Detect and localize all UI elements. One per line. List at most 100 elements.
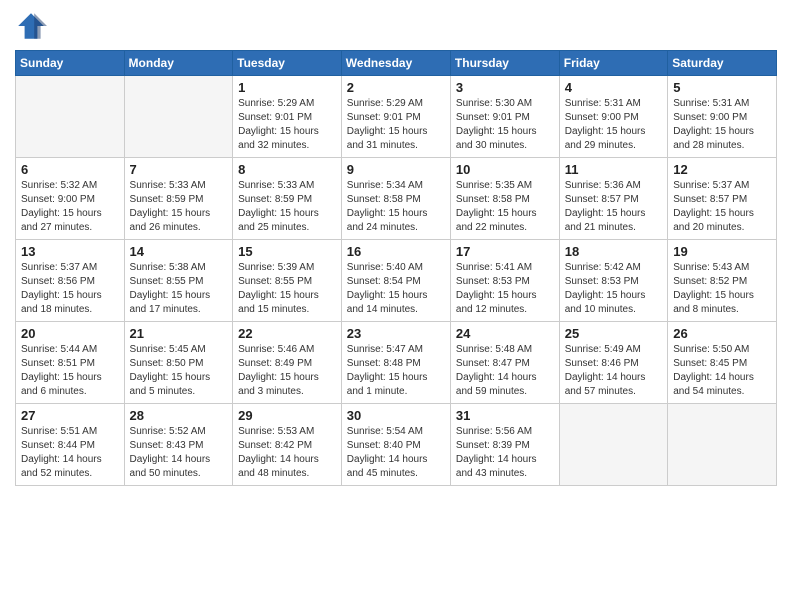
column-header-tuesday: Tuesday <box>233 51 342 76</box>
day-cell: 4Sunrise: 5:31 AM Sunset: 9:00 PM Daylig… <box>559 76 667 158</box>
day-info: Sunrise: 5:42 AM Sunset: 8:53 PM Dayligh… <box>565 261 662 317</box>
day-cell: 3 Sunrise: 5:30 AM Sunset: 9:01 PM Daylig… <box>450 76 559 158</box>
day-cell: 19Sunrise: 5:43 AM Sunset: 8:52 PM Dayli… <box>668 240 777 322</box>
day-cell: 25 Sunrise: 5:49 AM Sunset: 8:46 PM Dayli… <box>559 322 667 404</box>
day-number: 8 <box>238 162 336 177</box>
day-info: Sunrise: 5:53 AM Sunset: 8:42 PM Dayligh… <box>238 425 336 481</box>
day-number: 24 <box>456 326 554 341</box>
column-header-monday: Monday <box>124 51 233 76</box>
day-cell: 2 Sunrise: 5:29 AM Sunset: 9:01 PM Daylig… <box>341 76 450 158</box>
day-cell <box>16 76 125 158</box>
day-number: 5 <box>673 80 771 95</box>
day-number: 3 <box>456 80 554 95</box>
calendar-table: SundayMondayTuesdayWednesdayThursdayFrid… <box>15 50 777 486</box>
day-info: Sunrise: 5:33 AM Sunset: 8:59 PM Dayligh… <box>238 179 336 235</box>
page-header <box>15 10 777 42</box>
day-number: 16 <box>347 244 445 259</box>
day-number: 11 <box>565 162 662 177</box>
day-info: Sunrise: 5:37 AM Sunset: 8:57 PM Dayligh… <box>673 179 771 235</box>
day-number: 20 <box>21 326 119 341</box>
day-info: Sunrise: 5:49 AM Sunset: 8:46 PM Dayligh… <box>565 343 662 399</box>
day-number: 13 <box>21 244 119 259</box>
day-number: 26 <box>673 326 771 341</box>
day-cell: 10 Sunrise: 5:35 AM Sunset: 8:58 PM Dayli… <box>450 158 559 240</box>
day-info: Sunrise: 5:41 AM Sunset: 8:53 PM Dayligh… <box>456 261 554 317</box>
day-cell: 13 Sunrise: 5:37 AM Sunset: 8:56 PM Dayli… <box>16 240 125 322</box>
week-row-1: 1Sunrise: 5:29 AM Sunset: 9:01 PM Daylig… <box>16 76 777 158</box>
day-cell <box>559 404 667 486</box>
day-info: Sunrise: 5:34 AM Sunset: 8:58 PM Dayligh… <box>347 179 445 235</box>
week-row-5: 27 Sunrise: 5:51 AM Sunset: 8:44 PM Dayli… <box>16 404 777 486</box>
logo <box>15 10 51 42</box>
day-cell: 1Sunrise: 5:29 AM Sunset: 9:01 PM Daylig… <box>233 76 342 158</box>
column-header-friday: Friday <box>559 51 667 76</box>
day-cell: 26 Sunrise: 5:50 AM Sunset: 8:45 PM Dayli… <box>668 322 777 404</box>
day-cell: 18 Sunrise: 5:42 AM Sunset: 8:53 PM Dayli… <box>559 240 667 322</box>
day-info: Sunrise: 5:40 AM Sunset: 8:54 PM Dayligh… <box>347 261 445 317</box>
day-number: 10 <box>456 162 554 177</box>
day-info: Sunrise: 5:38 AM Sunset: 8:55 PM Dayligh… <box>130 261 228 317</box>
day-cell: 9 Sunrise: 5:34 AM Sunset: 8:58 PM Daylig… <box>341 158 450 240</box>
day-info: Sunrise: 5:43 AM Sunset: 8:52 PM Dayligh… <box>673 261 771 317</box>
day-cell: 7Sunrise: 5:33 AM Sunset: 8:59 PM Daylig… <box>124 158 233 240</box>
day-info: Sunrise: 5:32 AM Sunset: 9:00 PM Dayligh… <box>21 179 119 235</box>
day-number: 12 <box>673 162 771 177</box>
day-cell: 5 Sunrise: 5:31 AM Sunset: 9:00 PM Daylig… <box>668 76 777 158</box>
day-info: Sunrise: 5:37 AM Sunset: 8:56 PM Dayligh… <box>21 261 119 317</box>
day-cell: 28Sunrise: 5:52 AM Sunset: 8:43 PM Dayli… <box>124 404 233 486</box>
day-info: Sunrise: 5:39 AM Sunset: 8:55 PM Dayligh… <box>238 261 336 317</box>
day-number: 9 <box>347 162 445 177</box>
day-number: 28 <box>130 408 228 423</box>
day-number: 29 <box>238 408 336 423</box>
day-info: Sunrise: 5:36 AM Sunset: 8:57 PM Dayligh… <box>565 179 662 235</box>
day-info: Sunrise: 5:30 AM Sunset: 9:01 PM Dayligh… <box>456 97 554 153</box>
week-row-4: 20 Sunrise: 5:44 AM Sunset: 8:51 PM Dayli… <box>16 322 777 404</box>
day-info: Sunrise: 5:51 AM Sunset: 8:44 PM Dayligh… <box>21 425 119 481</box>
logo-icon <box>15 10 47 42</box>
column-header-sunday: Sunday <box>16 51 125 76</box>
day-cell <box>124 76 233 158</box>
day-info: Sunrise: 5:48 AM Sunset: 8:47 PM Dayligh… <box>456 343 554 399</box>
day-cell: 24 Sunrise: 5:48 AM Sunset: 8:47 PM Dayli… <box>450 322 559 404</box>
day-info: Sunrise: 5:50 AM Sunset: 8:45 PM Dayligh… <box>673 343 771 399</box>
day-headers-row: SundayMondayTuesdayWednesdayThursdayFrid… <box>16 51 777 76</box>
day-info: Sunrise: 5:56 AM Sunset: 8:39 PM Dayligh… <box>456 425 554 481</box>
day-cell <box>668 404 777 486</box>
day-cell: 17 Sunrise: 5:41 AM Sunset: 8:53 PM Dayli… <box>450 240 559 322</box>
day-cell: 30Sunrise: 5:54 AM Sunset: 8:40 PM Dayli… <box>341 404 450 486</box>
day-info: Sunrise: 5:46 AM Sunset: 8:49 PM Dayligh… <box>238 343 336 399</box>
day-cell: 8 Sunrise: 5:33 AM Sunset: 8:59 PM Daylig… <box>233 158 342 240</box>
day-info: Sunrise: 5:47 AM Sunset: 8:48 PM Dayligh… <box>347 343 445 399</box>
week-row-2: 6Sunrise: 5:32 AM Sunset: 9:00 PM Daylig… <box>16 158 777 240</box>
day-number: 25 <box>565 326 662 341</box>
day-cell: 16 Sunrise: 5:40 AM Sunset: 8:54 PM Dayli… <box>341 240 450 322</box>
day-cell: 15 Sunrise: 5:39 AM Sunset: 8:55 PM Dayli… <box>233 240 342 322</box>
day-number: 2 <box>347 80 445 95</box>
day-cell: 23 Sunrise: 5:47 AM Sunset: 8:48 PM Dayli… <box>341 322 450 404</box>
day-number: 17 <box>456 244 554 259</box>
day-number: 23 <box>347 326 445 341</box>
day-number: 15 <box>238 244 336 259</box>
day-number: 30 <box>347 408 445 423</box>
day-number: 7 <box>130 162 228 177</box>
day-number: 18 <box>565 244 662 259</box>
day-number: 14 <box>130 244 228 259</box>
day-cell: 14 Sunrise: 5:38 AM Sunset: 8:55 PM Dayli… <box>124 240 233 322</box>
day-cell: 12 Sunrise: 5:37 AM Sunset: 8:57 PM Dayli… <box>668 158 777 240</box>
day-cell: 31Sunrise: 5:56 AM Sunset: 8:39 PM Dayli… <box>450 404 559 486</box>
day-info: Sunrise: 5:29 AM Sunset: 9:01 PM Dayligh… <box>347 97 445 153</box>
day-info: Sunrise: 5:44 AM Sunset: 8:51 PM Dayligh… <box>21 343 119 399</box>
day-cell: 27 Sunrise: 5:51 AM Sunset: 8:44 PM Dayli… <box>16 404 125 486</box>
day-info: Sunrise: 5:45 AM Sunset: 8:50 PM Dayligh… <box>130 343 228 399</box>
day-info: Sunrise: 5:31 AM Sunset: 9:00 PM Dayligh… <box>673 97 771 153</box>
day-info: Sunrise: 5:31 AM Sunset: 9:00 PM Dayligh… <box>565 97 662 153</box>
day-cell: 29 Sunrise: 5:53 AM Sunset: 8:42 PM Dayli… <box>233 404 342 486</box>
day-info: Sunrise: 5:29 AM Sunset: 9:01 PM Dayligh… <box>238 97 336 153</box>
column-header-thursday: Thursday <box>450 51 559 76</box>
day-cell: 21 Sunrise: 5:45 AM Sunset: 8:50 PM Dayli… <box>124 322 233 404</box>
day-number: 21 <box>130 326 228 341</box>
day-number: 27 <box>21 408 119 423</box>
day-number: 22 <box>238 326 336 341</box>
day-cell: 22 Sunrise: 5:46 AM Sunset: 8:49 PM Dayli… <box>233 322 342 404</box>
day-info: Sunrise: 5:35 AM Sunset: 8:58 PM Dayligh… <box>456 179 554 235</box>
